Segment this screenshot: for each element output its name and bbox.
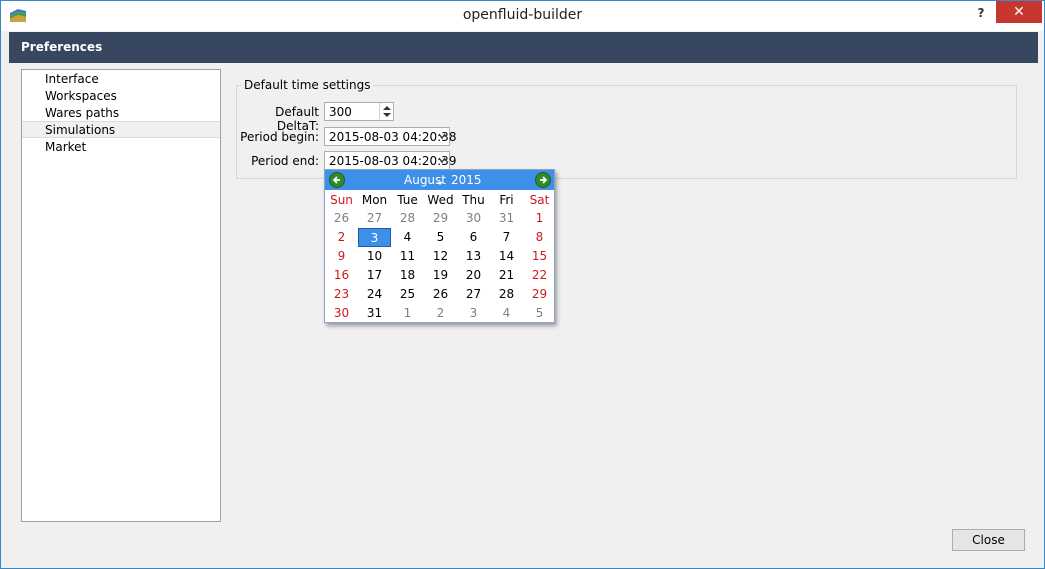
weekday-header: Mon: [361, 193, 388, 207]
calendar-day[interactable]: 3: [358, 228, 391, 247]
calendar-day[interactable]: 2: [424, 304, 457, 323]
weekday-header: Sat: [529, 193, 550, 207]
calendar-day[interactable]: 9: [325, 247, 358, 266]
page-title: Preferences: [21, 40, 103, 54]
calendar-day[interactable]: 28: [391, 209, 424, 228]
calendar-day[interactable]: 2: [325, 228, 358, 247]
calendar-day[interactable]: 7: [490, 228, 523, 247]
nav-item-market[interactable]: Market: [22, 139, 220, 156]
calendar-day[interactable]: 12: [424, 247, 457, 266]
deltat-label: Default DeltaT:: [275, 105, 319, 133]
calendar-day[interactable]: 31: [490, 209, 523, 228]
calendar-day[interactable]: 24: [358, 285, 391, 304]
nav-item-simulations[interactable]: Simulations: [22, 121, 220, 138]
calendar-day[interactable]: 5: [523, 304, 556, 323]
chevron-down-icon[interactable]: [438, 156, 446, 164]
nav-item-wares-paths[interactable]: Wares paths: [22, 105, 220, 122]
month-dropdown-icon[interactable]: [437, 182, 443, 185]
calendar-year[interactable]: 2015: [451, 173, 482, 187]
calendar-day[interactable]: 31: [358, 304, 391, 323]
weekday-header: Wed: [427, 193, 454, 207]
calendar-day[interactable]: 15: [523, 247, 556, 266]
calendar-day[interactable]: 18: [391, 266, 424, 285]
deltat-spinbox[interactable]: 300: [324, 102, 394, 121]
calendar-day[interactable]: 22: [523, 266, 556, 285]
help-button[interactable]: ?: [969, 4, 993, 24]
calendar-day[interactable]: 17: [358, 266, 391, 285]
calendar-header: August 2015: [325, 170, 554, 190]
window-close-button[interactable]: ✕: [996, 1, 1042, 23]
weekday-header: Fri: [499, 193, 514, 207]
calendar-day[interactable]: 29: [424, 209, 457, 228]
page-header: Preferences: [9, 32, 1038, 63]
deltat-value[interactable]: 300: [329, 105, 352, 119]
calendar-day[interactable]: 13: [457, 247, 490, 266]
nav-item-interface[interactable]: Interface: [22, 71, 220, 88]
calendar-day[interactable]: 23: [325, 285, 358, 304]
title-bar: openfluid-builder ? ✕: [1, 1, 1044, 31]
calendar-day[interactable]: 28: [490, 285, 523, 304]
calendar-day[interactable]: 26: [325, 209, 358, 228]
calendar-day[interactable]: 25: [391, 285, 424, 304]
spin-buttons[interactable]: [379, 103, 393, 120]
calendar-day[interactable]: 3: [457, 304, 490, 323]
next-month-arrow-icon[interactable]: [535, 172, 551, 188]
calendar-day[interactable]: 21: [490, 266, 523, 285]
calendar-day[interactable]: 27: [358, 209, 391, 228]
chevron-down-icon[interactable]: [438, 132, 446, 140]
calendar-day[interactable]: 4: [490, 304, 523, 323]
calendar-day[interactable]: 16: [325, 266, 358, 285]
calendar-day[interactable]: 10: [358, 247, 391, 266]
calendar-day[interactable]: 26: [424, 285, 457, 304]
calendar-day[interactable]: 20: [457, 266, 490, 285]
calendar-day[interactable]: 19: [424, 266, 457, 285]
calendar-day[interactable]: 27: [457, 285, 490, 304]
calendar-popup[interactable]: August 2015 Sun Mon Tue Wed Thu Fri Sat 26 27 28 2…: [324, 169, 555, 323]
calendar-day[interactable]: 1: [523, 209, 556, 228]
calendar-day[interactable]: 4: [391, 228, 424, 247]
group-title: Default time settings: [241, 78, 374, 92]
weekday-header: Thu: [462, 193, 485, 207]
calendar-day[interactable]: 11: [391, 247, 424, 266]
weekday-header: Sun: [330, 193, 353, 207]
period-begin-field[interactable]: 2015-08-03 04:20:38: [324, 127, 456, 146]
close-button[interactable]: Close: [952, 529, 1025, 551]
period-end-label: Period end:: [251, 154, 319, 168]
calendar-day[interactable]: 30: [325, 304, 358, 323]
calendar-day[interactable]: 1: [391, 304, 424, 323]
spin-up-icon[interactable]: [383, 106, 391, 110]
preferences-nav-list[interactable]: Interface Workspaces Wares paths Simulat…: [21, 69, 221, 522]
calendar-day[interactable]: 6: [457, 228, 490, 247]
period-end-field[interactable]: 2015-08-03 04:20:39: [324, 151, 456, 170]
calendar-day[interactable]: 14: [490, 247, 523, 266]
calendar-day[interactable]: 5: [424, 228, 457, 247]
window-title: openfluid-builder: [462, 7, 583, 23]
period-begin-label: Period begin:: [240, 130, 319, 144]
calendar-day[interactable]: 30: [457, 209, 490, 228]
nav-item-workspaces[interactable]: Workspaces: [22, 88, 220, 105]
weekday-header: Tue: [397, 193, 418, 207]
calendar-day[interactable]: 8: [523, 228, 556, 247]
app-window: openfluid-builder ? ✕ Preferences Interf…: [0, 0, 1045, 569]
calendar-day[interactable]: 29: [523, 285, 556, 304]
spin-down-icon[interactable]: [383, 113, 391, 117]
prev-month-arrow-icon[interactable]: [329, 172, 345, 188]
